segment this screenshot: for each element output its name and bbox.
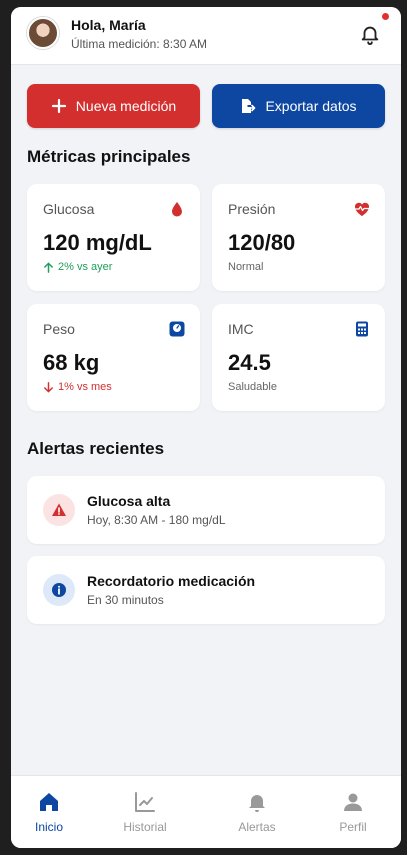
info-icon <box>52 583 66 597</box>
home-icon <box>40 793 58 811</box>
notification-badge <box>382 13 389 20</box>
nav-item-alerts[interactable]: Alertas <box>222 790 292 834</box>
metric-card-pressure[interactable]: Presión 120/80 Normal <box>212 184 385 291</box>
metric-value: 68 kg <box>43 350 100 375</box>
app-header: Hola, María Última medición: 8:30 AM <box>11 7 401 65</box>
alert-subtitle: En 30 minutos <box>87 593 164 607</box>
nav-item-home[interactable]: Inicio <box>14 790 84 834</box>
new-measurement-button[interactable]: Nueva medición <box>27 84 200 128</box>
alert-icon-badge <box>43 494 75 526</box>
metrics-section-title: Métricas principales <box>27 147 191 166</box>
metric-card-glucose[interactable]: Glucosa 120 mg/dL 2% vs ayer <box>27 184 200 291</box>
metric-card-bmi[interactable]: IMC 24.5 Saludable <box>212 304 385 411</box>
metric-trend-text: 1% vs mes <box>58 381 112 393</box>
arrow-up-icon <box>44 261 53 273</box>
metric-trend: 1% vs mes <box>43 381 112 393</box>
blood-drop-icon <box>172 202 182 217</box>
alert-title: Recordatorio medicación <box>87 573 256 589</box>
app-screen: Hola, María Última medición: 8:30 AM Nue… <box>11 7 401 848</box>
nav-label: Historial <box>123 820 167 834</box>
warning-icon <box>52 503 66 516</box>
metric-status-text: Saludable <box>228 381 277 393</box>
arrow-down-icon <box>44 381 53 393</box>
export-file-icon <box>242 99 256 113</box>
user-icon <box>344 793 362 811</box>
metric-trend: 2% vs ayer <box>43 261 112 273</box>
nav-item-history[interactable]: Historial <box>110 790 180 834</box>
metric-label: Presión <box>228 201 276 217</box>
metric-value: 120/80 <box>228 230 296 255</box>
nav-label: Alertas <box>238 820 276 834</box>
metric-label: Glucosa <box>43 201 95 217</box>
alert-icon-badge <box>43 574 75 606</box>
bell-icon <box>249 795 265 812</box>
plus-icon <box>51 98 66 114</box>
calculator-icon <box>356 321 368 337</box>
metric-status: Normal <box>228 261 263 273</box>
alert-title: Glucosa alta <box>87 493 171 509</box>
metric-status-text: Normal <box>228 261 264 273</box>
metric-label: IMC <box>228 321 254 337</box>
metric-card-weight[interactable]: Peso 68 kg 1% vs mes <box>27 304 200 411</box>
export-data-label: Exportar datos <box>265 98 357 114</box>
alert-subtitle: Hoy, 8:30 AM - 180 mg/dL <box>87 513 226 527</box>
metric-value: 120 mg/dL <box>43 230 152 255</box>
nav-label: Perfil <box>339 820 367 834</box>
scale-icon <box>169 321 185 337</box>
alert-item-high-glucose[interactable]: Glucosa alta Hoy, 8:30 AM - 180 mg/dL <box>27 476 385 544</box>
alert-item-medication-reminder[interactable]: Recordatorio medicación En 30 minutos <box>27 556 385 624</box>
nav-item-profile[interactable]: Perfil <box>318 790 388 834</box>
metric-value: 24.5 <box>228 350 271 375</box>
new-measurement-label: Nueva medición <box>75 98 177 114</box>
last-measurement-text: Última medición: 8:30 AM <box>71 37 208 51</box>
nav-label: Inicio <box>34 820 63 834</box>
greeting-text: Hola, María <box>71 17 146 33</box>
export-data-button[interactable]: Exportar datos <box>212 84 385 128</box>
bottom-navigation: Inicio Historial Alertas Perfil <box>11 775 401 848</box>
avatar[interactable] <box>27 17 59 49</box>
heartbeat-icon <box>354 202 370 216</box>
notifications-bell-icon[interactable] <box>359 23 381 45</box>
metric-trend-text: 2% vs ayer <box>58 261 113 273</box>
metric-status: Saludable <box>228 381 277 393</box>
alerts-section-title: Alertas recientes <box>27 439 165 458</box>
metric-label: Peso <box>43 321 75 337</box>
chart-icon <box>135 792 155 812</box>
